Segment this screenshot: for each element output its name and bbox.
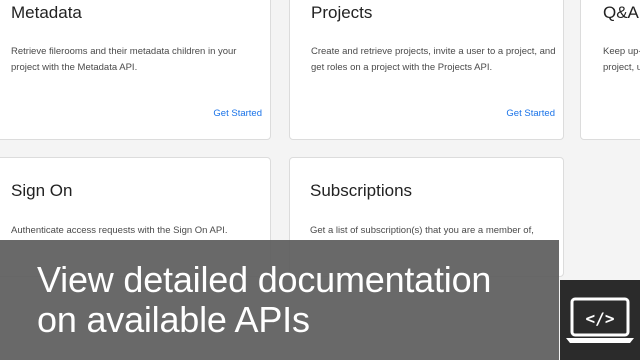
get-started-link[interactable]: Get Started [213,108,262,119]
api-badge: </> [560,280,640,360]
laptop-code-icon: </> [566,297,634,343]
card-title: Subscriptions [310,181,413,200]
get-started-link[interactable]: Get Started [506,108,555,119]
caption-line: on available APIs [37,299,310,340]
metadata-card[interactable]: Metadata Retrieve filerooms and their me… [0,0,271,140]
card-description: Create and retrieve projects, invite a u… [311,46,556,73]
card-description-line: project, u [603,62,640,73]
card-title: Q&A [603,3,639,22]
card-title: Sign On [11,181,73,200]
card-description: Keep up- project, u [603,44,640,76]
qa-card[interactable]: Q&A Keep up- project, u [580,0,640,140]
card-description: Retrieve filerooms and their metadata ch… [11,46,237,73]
card-description-line: Keep up- [603,46,640,57]
code-glyph: </> [586,309,615,328]
caption-line: View detailed documentation [37,259,492,300]
projects-card[interactable]: Projects Create and retrieve projects, i… [289,0,564,140]
card-description: Authenticate access requests with the Si… [11,225,228,236]
caption-text: View detailed documentation on available… [37,260,491,340]
caption-overlay: View detailed documentation on available… [0,240,559,360]
card-title: Projects [311,3,373,22]
card-description: Get a list of subscription(s) that you a… [310,225,534,236]
card-title: Metadata [11,3,82,22]
